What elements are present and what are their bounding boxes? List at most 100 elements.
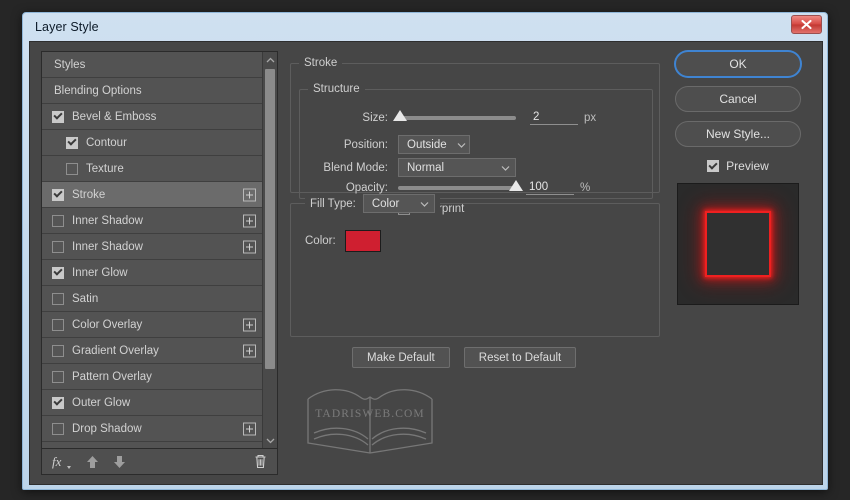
opacity-slider-track[interactable]: [398, 186, 516, 190]
style-row-label: Drop Shadow: [72, 422, 142, 435]
default-buttons-row: Make Default Reset to Default: [352, 347, 577, 368]
style-row-gradient-overlay[interactable]: Gradient Overlay: [42, 338, 262, 364]
style-row-label: Blending Options: [54, 84, 142, 97]
size-input[interactable]: [530, 111, 578, 125]
make-default-button[interactable]: Make Default: [352, 347, 450, 368]
position-dropdown[interactable]: Outside: [398, 135, 470, 154]
styles-pane: Styles Blending Options Bevel & Emboss Cont…: [41, 51, 278, 475]
position-label: Position:: [343, 138, 388, 151]
move-up-icon[interactable]: [86, 455, 99, 469]
reset-to-default-button[interactable]: Reset to Default: [463, 347, 577, 368]
add-effect-icon[interactable]: [243, 240, 256, 253]
styles-list[interactable]: Styles Blending Options Bevel & Emboss Cont…: [42, 52, 262, 448]
color-row: Color:: [305, 230, 381, 252]
add-effect-icon[interactable]: [243, 318, 256, 331]
add-effect-icon[interactable]: [243, 422, 256, 435]
blend-mode-dropdown[interactable]: Normal: [398, 158, 516, 177]
size-slider-knob[interactable]: [393, 110, 408, 121]
style-row-texture[interactable]: Texture: [42, 156, 262, 182]
settings-pane: Stroke Structure Size: px: [290, 51, 660, 475]
blend-mode-value: Normal: [407, 161, 445, 174]
style-checkbox[interactable]: [52, 110, 64, 123]
style-row-inner-glow[interactable]: Inner Glow: [42, 260, 262, 286]
style-row-satin[interactable]: Satin: [42, 286, 262, 312]
stroke-group-title: Stroke: [304, 57, 338, 69]
style-row-styles[interactable]: Styles: [42, 52, 262, 78]
move-down-icon[interactable]: [113, 455, 126, 469]
styles-scrollbar[interactable]: [262, 52, 277, 448]
effects-toolbar: fx: [41, 449, 278, 475]
cancel-button[interactable]: Cancel: [675, 86, 801, 112]
preview-toggle-row[interactable]: Preview: [707, 159, 769, 173]
style-row-stroke[interactable]: Stroke: [42, 182, 262, 208]
style-checkbox[interactable]: [52, 240, 64, 253]
style-row-blending-options[interactable]: Blending Options: [42, 78, 262, 104]
scroll-up-icon[interactable]: [263, 52, 277, 67]
style-checkbox[interactable]: [66, 162, 78, 175]
watermark-logo: TADRISWEB.COM: [300, 381, 440, 461]
size-slider[interactable]: [393, 110, 516, 121]
fill-type-legend: Fill Type: Color: [305, 194, 440, 213]
opacity-slider-knob[interactable]: [509, 180, 523, 191]
style-row-inner-shadow[interactable]: Inner Shadow: [42, 208, 262, 234]
color-label: Color:: [305, 235, 336, 247]
ok-button[interactable]: OK: [675, 51, 801, 77]
style-row-inner-shadow[interactable]: Inner Shadow: [42, 234, 262, 260]
add-effect-icon[interactable]: [243, 214, 256, 227]
size-slider-track[interactable]: [398, 116, 516, 120]
scroll-down-icon[interactable]: [263, 433, 277, 448]
preview-checkbox[interactable]: [707, 160, 720, 172]
scrollbar-thumb[interactable]: [265, 69, 275, 370]
size-row: Size: px: [300, 110, 646, 125]
style-checkbox[interactable]: [52, 266, 64, 279]
fx-icon[interactable]: fx: [52, 454, 72, 470]
desktop-background: Layer Style Styles Blending Options Bevel …: [0, 0, 850, 500]
layer-style-dialog-window: Layer Style Styles Blending Options Bevel …: [22, 12, 828, 490]
color-swatch[interactable]: [344, 230, 381, 252]
scrollbar-track[interactable]: [263, 67, 277, 433]
style-checkbox[interactable]: [52, 396, 64, 409]
style-row-label: Satin: [72, 292, 99, 305]
add-effect-icon[interactable]: [243, 188, 256, 201]
add-effect-icon[interactable]: [243, 344, 256, 357]
new-style-button[interactable]: New Style...: [675, 121, 801, 147]
style-row-label: Inner Shadow: [72, 214, 143, 227]
style-checkbox[interactable]: [52, 214, 64, 227]
style-row-pattern-overlay[interactable]: Pattern Overlay: [42, 364, 262, 390]
preview-label: Preview: [726, 159, 769, 173]
style-checkbox[interactable]: [52, 318, 64, 331]
fill-type-label: Fill Type:: [310, 197, 356, 210]
dialog-body: Styles Blending Options Bevel & Emboss Cont…: [29, 41, 823, 485]
style-row-label: Contour: [86, 136, 127, 149]
style-row-label: Inner Glow: [72, 266, 128, 279]
style-row-label: Stroke: [72, 188, 106, 201]
style-row-label: Styles: [54, 58, 86, 71]
opacity-unit: %: [580, 182, 591, 194]
style-checkbox[interactable]: [52, 422, 64, 435]
style-row-drop-shadow[interactable]: Drop Shadow: [42, 416, 262, 442]
blend-mode-label: Blend Mode:: [323, 161, 388, 174]
style-checkbox[interactable]: [52, 344, 64, 357]
actions-pane: OK Cancel New Style... Preview: [665, 51, 811, 475]
size-label: Size:: [362, 112, 388, 124]
chevron-down-icon: [501, 162, 510, 174]
blend-mode-row: Blend Mode: Normal: [300, 158, 516, 177]
style-row-contour[interactable]: Contour: [42, 130, 262, 156]
style-checkbox[interactable]: [66, 136, 78, 149]
chevron-down-icon: [420, 198, 429, 210]
style-checkbox[interactable]: [52, 292, 64, 305]
structure-group-title: Structure: [313, 83, 360, 95]
styles-list-container: Styles Blending Options Bevel & Emboss Cont…: [41, 51, 278, 449]
fill-type-dropdown[interactable]: Color: [362, 194, 435, 213]
chevron-down-icon: [457, 139, 466, 151]
style-row-bevel-emboss[interactable]: Bevel & Emboss: [42, 104, 262, 130]
close-icon[interactable]: [791, 15, 822, 34]
style-row-outer-glow[interactable]: Outer Glow: [42, 390, 262, 416]
style-row-color-overlay[interactable]: Color Overlay: [42, 312, 262, 338]
style-checkbox[interactable]: [52, 188, 64, 201]
opacity-slider[interactable]: [398, 180, 523, 191]
trash-icon[interactable]: [254, 454, 267, 469]
style-checkbox[interactable]: [52, 370, 64, 383]
style-row-label: Color Overlay: [72, 318, 143, 331]
opacity-input[interactable]: [526, 181, 574, 195]
